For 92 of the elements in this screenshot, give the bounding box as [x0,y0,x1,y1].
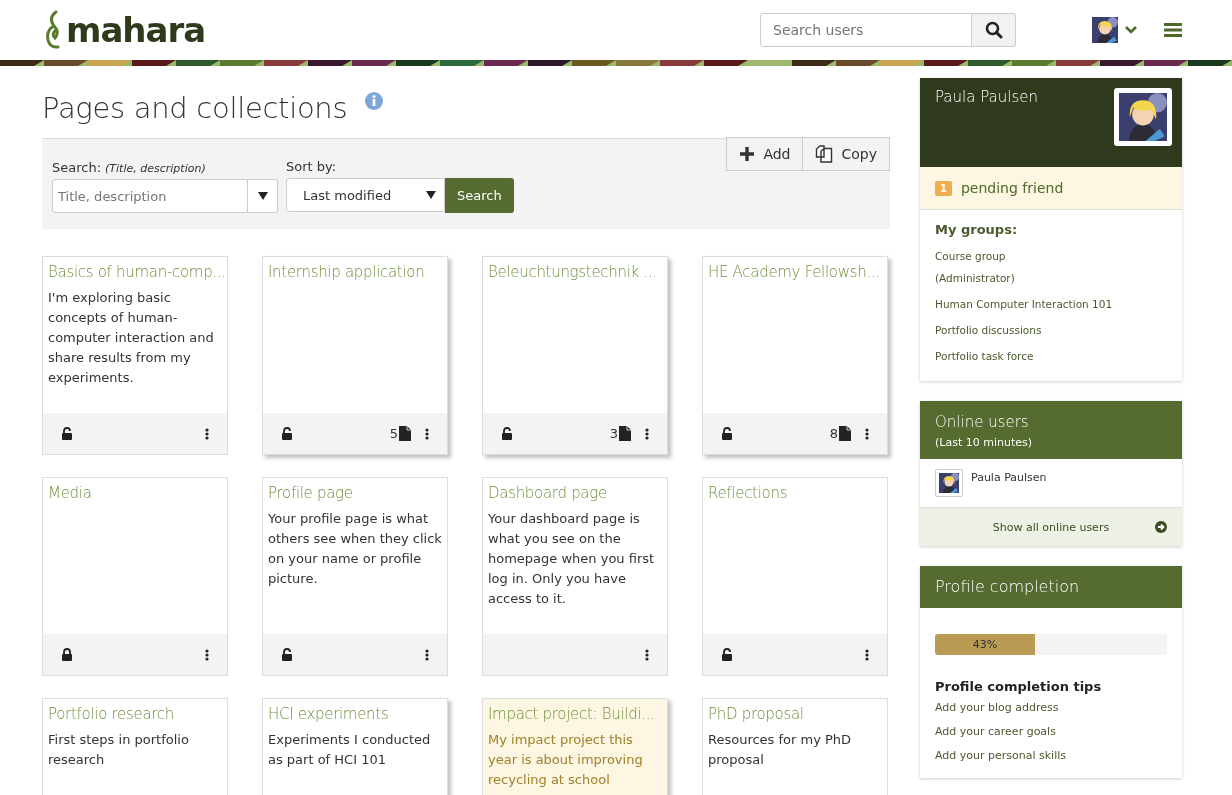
progress-reading: 43% [971,637,999,653]
pending-friends-link[interactable]: 1 pending friend [920,167,1182,210]
page-count: 5 [389,426,398,441]
kebab-menu-icon [205,648,209,661]
group-link[interactable]: Portfolio task force [935,345,1155,367]
document-icon [619,426,631,441]
card-title[interactable]: Internship application [268,262,442,282]
page-card[interactable]: Portfolio research First steps in portfolio research [42,698,228,795]
tip-link[interactable]: Add your blog address [935,696,1167,720]
card-title[interactable]: Beleuchtungstechnik ... [488,262,662,282]
collection-card[interactable]: HCI experiments Experiments I conducted as part of HCI 101 [262,698,448,795]
groups-heading: My groups: [935,222,1019,237]
search-field[interactable]: Title, description [52,179,248,213]
card-title[interactable]: Reflections [708,483,882,503]
card-description: Your dashboard page is what you see on the homepage when you first log in. Only you have access to it. [488,510,656,608]
more-options-button[interactable] [865,427,869,440]
menu-icon [1164,22,1182,38]
kebab-menu-icon [205,427,209,440]
search-field[interactable]: Search users [760,13,972,47]
avatar-icon [939,473,959,493]
logo-text[interactable]: mahara [66,10,206,50]
kebab-menu-icon [645,427,649,440]
search-hint: (Title, description) [105,162,206,175]
document-icon [839,426,851,441]
document-icon [399,426,411,441]
sort-label: Sort by: [286,159,338,174]
panel-subtitle: (Last 10 minutes) [935,436,1033,449]
copy-button[interactable]: Copy [803,137,890,171]
tips-heading: Profile completion tips [935,679,1103,694]
arrow-right-circle-icon [1155,521,1167,533]
panel-title: Profile completion [935,578,1081,598]
tip-link[interactable]: Add your career goals [935,720,1167,744]
card-description: Your profile page is what others see when they click on your name or profile picture. [268,510,442,588]
card-description: First steps in portfolio research [48,731,190,769]
card-description: Experiments I conducted as part of HCI 101 [268,731,432,769]
kebab-menu-icon [425,648,429,661]
search-button[interactable] [972,13,1016,47]
search-icon [984,21,1003,39]
card-description: I'm exploring basic concepts of human-computer interaction and share results from my experiments. [48,289,215,387]
more-options-button[interactable] [425,648,429,661]
panel-title: Online users [935,413,1030,431]
group-link[interactable]: Course group (Administrator) [935,245,1035,289]
chevron-down-icon [1124,25,1138,35]
add-button[interactable]: Add [726,137,804,171]
page-card[interactable]: Media [42,477,228,676]
search-label: Search: [52,160,102,175]
card-title[interactable]: Dashboard page [488,483,662,503]
card-title[interactable]: Profile page [268,483,442,503]
avatar-icon [1092,17,1118,43]
group-link[interactable]: Portfolio discussions [935,319,1155,341]
copy-icon [815,145,834,163]
card-title[interactable]: PhD proposal [708,704,882,724]
more-options-button[interactable] [645,427,649,440]
card-title[interactable]: HE Academy Fellowsh... [708,262,882,282]
kebab-menu-icon [865,648,869,661]
page-card[interactable]: Basics of human-comp... I'm exploring basic concepts of human-computer interaction and share results from my experiments. [42,256,228,455]
more-options-button[interactable] [205,427,209,440]
more-options-button[interactable] [205,648,209,661]
page-card[interactable]: Reflections [702,477,888,676]
show-all-online-users-link[interactable]: Show all online users [920,508,1182,546]
dropdown-button[interactable] [248,179,278,213]
more-options-button[interactable] [645,648,649,661]
card-title[interactable]: Portfolio research [48,704,222,724]
page-card[interactable]: PhD proposal Resources for my PhD proposal [702,698,888,795]
kebab-menu-icon [425,427,429,440]
card-title[interactable]: HCI experiments [268,704,442,724]
card-title[interactable]: Media [48,483,222,503]
search-button[interactable]: Search [445,178,514,213]
menu-button[interactable] [1164,22,1182,38]
page-count: 8 [829,426,838,441]
page-title: Pages and collections [42,90,348,126]
plus-icon [739,146,756,162]
more-options-button[interactable] [425,427,429,440]
card-description: My impact project this year is about improving recycling at school [488,731,644,789]
user-menu-button[interactable] [1092,17,1138,43]
user-link[interactable]: Paula Paulsen [971,471,1047,484]
card-title[interactable]: Impact project: Buildi... [488,704,662,724]
dropdown-arrow-icon [257,192,268,200]
sort-dropdown[interactable]: Last modified [286,178,445,212]
card-description: Resources for my PhD proposal [708,731,853,769]
kebab-menu-icon [645,648,649,661]
kebab-menu-icon [865,427,869,440]
collection-card[interactable]: HE Academy Fellowsh... 8 [702,256,888,455]
more-options-button[interactable] [865,648,869,661]
page-card[interactable]: Profile page Your profile page is what others see when they click on your name or profile picture. [262,477,448,676]
page-card[interactable]: Dashboard page Your dashboard page is what you see on the homepage when you first log in. Only you have access to it. [482,477,668,676]
dropdown-arrow-icon [426,191,436,199]
collection-card[interactable]: Impact project: Buildi... My impact project this year is about improving recycling at school [482,698,668,795]
tip-link[interactable]: Add your personal skills [935,744,1167,768]
page-count: 3 [609,426,618,441]
group-link[interactable]: Human Computer Interaction 101 [935,293,1155,315]
card-title[interactable]: Basics of human-comp... [48,262,222,282]
